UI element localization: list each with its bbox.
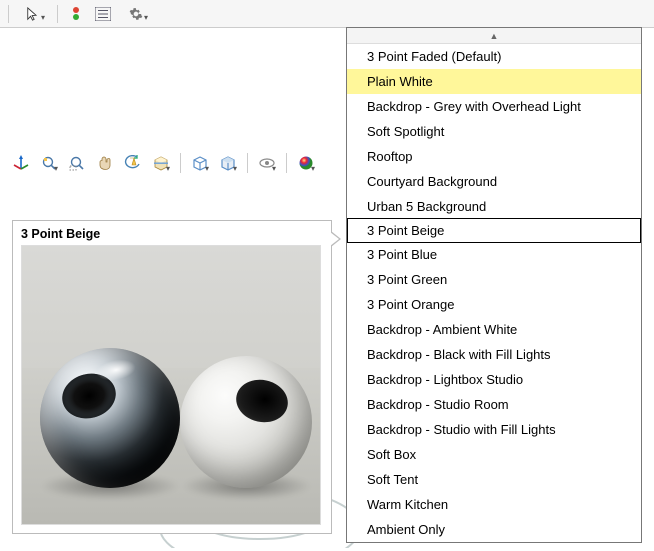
scene-option[interactable]: 3 Point Orange <box>347 292 641 317</box>
axis-button[interactable] <box>8 150 34 176</box>
scene-option[interactable]: 3 Point Faded (Default) <box>347 44 641 69</box>
scene-option[interactable]: Courtyard Background <box>347 169 641 194</box>
scene-option[interactable]: 3 Point Beige <box>347 218 641 243</box>
scene-option[interactable]: Soft Tent <box>347 467 641 492</box>
gear-icon <box>129 7 143 21</box>
scene-option[interactable]: Backdrop - Black with Fill Lights <box>347 342 641 367</box>
scene-option[interactable]: Urban 5 Background <box>347 194 641 219</box>
box-icon <box>192 155 208 171</box>
scene-option[interactable]: Backdrop - Grey with Overhead Light <box>347 94 641 119</box>
settings-button[interactable] <box>120 3 152 25</box>
hide-show-button[interactable] <box>254 150 280 176</box>
toolbar-separator <box>8 5 9 23</box>
scene-option[interactable]: Backdrop - Studio with Fill Lights <box>347 417 641 442</box>
scene-option[interactable]: Plain White <box>347 69 641 94</box>
toolbar-separator <box>286 153 287 173</box>
preview-sphere-matte <box>180 356 312 488</box>
zoom-fit-icon <box>41 155 57 171</box>
toolbar-separator <box>180 153 181 173</box>
zoom-area-button[interactable] <box>64 150 90 176</box>
section-view-button[interactable] <box>148 150 174 176</box>
cube-icon <box>220 155 236 171</box>
zoom-fit-button[interactable] <box>36 150 62 176</box>
pan-icon <box>97 155 113 171</box>
scene-option[interactable]: 3 Point Blue <box>347 242 641 267</box>
scene-preview-tooltip: 3 Point Beige <box>12 220 332 534</box>
visibility-icon <box>258 156 276 170</box>
cursor-tool-button[interactable] <box>17 3 49 25</box>
list-icon <box>95 7 111 21</box>
rotate-view-button[interactable] <box>120 150 146 176</box>
toolbar-separator <box>247 153 248 173</box>
preview-sphere-chrome <box>40 348 180 488</box>
cursor-icon <box>26 7 40 21</box>
scene-option[interactable]: Ambient Only <box>347 517 641 542</box>
scene-option[interactable]: Soft Spotlight <box>347 119 641 144</box>
toolbar-separator <box>57 5 58 23</box>
scene-option[interactable]: Soft Box <box>347 442 641 467</box>
scene-option[interactable]: Warm Kitchen <box>347 492 641 517</box>
display-style-button[interactable] <box>215 150 241 176</box>
box-button[interactable] <box>187 150 213 176</box>
top-toolbar <box>0 0 654 28</box>
traffic-light-button[interactable] <box>66 3 86 25</box>
axis-icon <box>12 154 30 172</box>
appearance-icon <box>298 155 314 171</box>
pan-button[interactable] <box>92 150 118 176</box>
view-toolbar <box>8 148 319 178</box>
zoom-area-icon <box>69 155 85 171</box>
main-viewport: 3 Point Beige ▲ 3 Point Faded (Default)P… <box>0 28 654 514</box>
rotate-view-icon <box>124 155 142 171</box>
appearance-button[interactable] <box>293 150 319 176</box>
list-button[interactable] <box>92 3 114 25</box>
preview-title: 3 Point Beige <box>21 227 323 241</box>
scene-option[interactable]: 3 Point Green <box>347 267 641 292</box>
preview-thumbnail <box>21 245 321 525</box>
section-icon <box>153 155 169 171</box>
dropdown-scroll-up[interactable]: ▲ <box>347 28 641 44</box>
scene-option[interactable]: Backdrop - Lightbox Studio <box>347 367 641 392</box>
traffic-light-icon <box>70 6 82 22</box>
scene-option[interactable]: Backdrop - Ambient White <box>347 317 641 342</box>
scene-dropdown[interactable]: ▲ 3 Point Faded (Default)Plain WhiteBack… <box>346 27 642 543</box>
scene-option[interactable]: Backdrop - Studio Room <box>347 392 641 417</box>
scene-option[interactable]: Rooftop <box>347 144 641 169</box>
